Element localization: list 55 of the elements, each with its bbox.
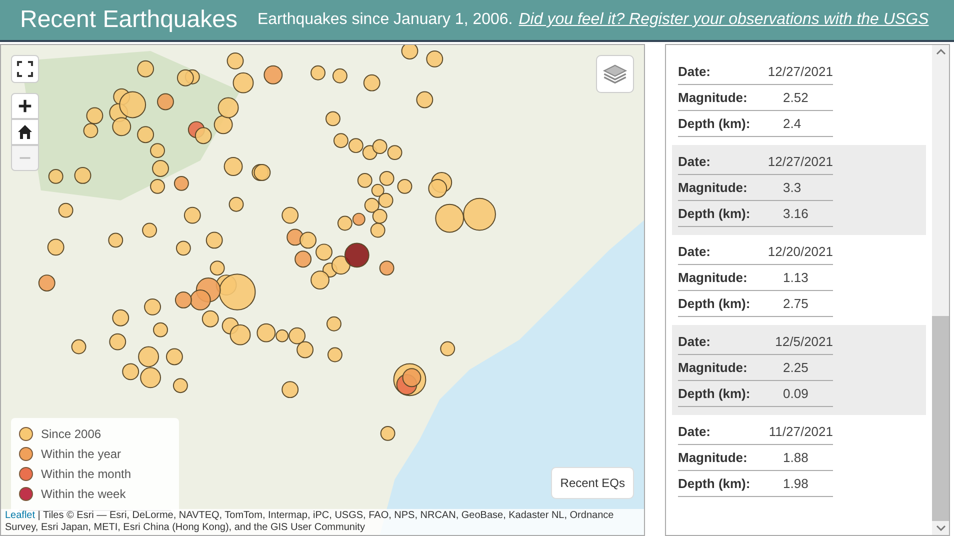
legend-label: Within the year [41,447,122,461]
field-label: Depth (km): [678,206,752,221]
attribution-text: Leaflet | Tiles © Esri — Esri, DeLorme, NAVTEQ, TomTom, Intermap, iPC, USGS, FAO, NPS, NRCAN, GeoBase, Kadaster NL, Ordnance Survey, Esri Japan, METI, Esri China (Hong Kong), and the GIS User Community [1,509,644,535]
date-value: 12/5/2021 [775,334,833,349]
field-label: Date: [678,424,712,439]
list-entry[interactable]: Date: 12/27/2021 Magnitude: 2.52 Depth (km): 2.4 [672,55,926,145]
field-label: Date: [678,244,712,259]
field-label: Magnitude: [678,360,748,375]
plus-icon [18,99,32,113]
page-title: Recent Earthquakes [20,6,238,34]
field-label: Depth (km): [678,476,752,491]
header-subtitle: Earthquakes since January 1, 2006. [257,11,513,29]
magnitude-value: 2.25 [783,360,808,375]
layers-button[interactable] [596,55,634,93]
scrollbar-thumb[interactable] [932,316,949,521]
home-button[interactable] [11,119,39,145]
magnitude-value: 1.13 [783,270,808,285]
shaded-list-entry[interactable]: Date: 12/27/2021 Magnitude: 3.3 Depth (km): 3.16 [672,145,926,235]
field-label: Magnitude: [678,90,748,105]
field-label: Date: [678,64,712,79]
magnitude-value: 2.52 [783,90,808,105]
scrollbar[interactable] [932,45,949,535]
scroll-up-icon[interactable] [936,49,946,55]
legend-label: Since 2006 [41,427,102,441]
list-entry[interactable]: Date: 11/27/2021 Magnitude: 1.88 Depth (km): 1.98 [672,415,926,505]
depth-value: 0.09 [783,386,808,401]
field-label: Date: [678,154,712,169]
date-value: 11/27/2021 [768,424,833,439]
magnitude-value: 3.3 [783,180,802,195]
depth-value: 2.4 [783,116,802,131]
leaflet-link[interactable]: Leaflet [5,510,36,521]
zoom-in-button[interactable] [11,93,39,119]
shaded-list-entry[interactable]: Date: 12/5/2021 Magnitude: 2.25 Depth (km): 0.09 [672,325,926,415]
scroll-down-icon[interactable] [936,525,946,531]
legend-label: Within the week [41,487,126,501]
home-icon [17,124,33,140]
fullscreen-icon [17,61,33,77]
date-value: 12/27/2021 [768,154,833,169]
field-label: Depth (km): [678,386,752,401]
recent-eqs-button[interactable]: Recent EQs [551,467,634,499]
depth-value: 3.16 [783,206,808,221]
fullscreen-button[interactable] [11,55,39,83]
field-label: Depth (km): [678,116,752,131]
list-entry[interactable]: Date: 12/20/2021 Magnitude: 1.13 Depth (km): 2.75 [672,235,926,325]
depth-value: 1.98 [783,476,808,491]
field-label: Magnitude: [678,270,748,285]
field-label: Magnitude: [678,450,748,465]
field-label: Depth (km): [678,296,752,311]
date-value: 12/20/2021 [768,244,833,259]
field-label: Date: [678,334,712,349]
magnitude-value: 1.88 [783,450,808,465]
depth-value: 2.75 [783,296,808,311]
date-value: 12/27/2021 [768,64,833,79]
legend-label: Within the month [41,467,132,481]
field-label: Magnitude: [678,180,748,195]
